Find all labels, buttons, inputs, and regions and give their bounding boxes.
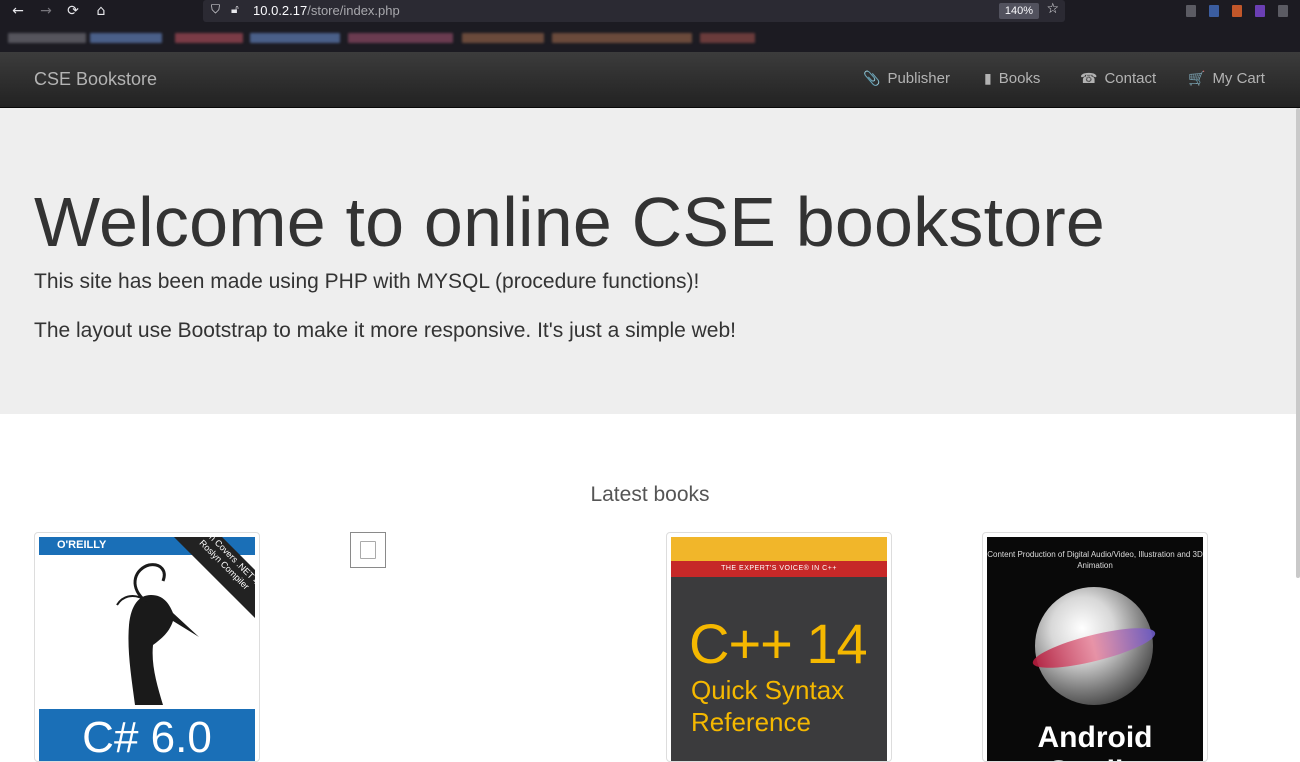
- lock-icon[interactable]: 🔓︎: [231, 2, 239, 17]
- cover-subtitle: Quick Syntax: [691, 675, 845, 705]
- series-label: THE EXPERT'S VOICE® IN C++: [721, 565, 837, 572]
- book-cover: THE EXPERT'S VOICE® IN C++ C++ 14 Quick …: [671, 537, 887, 761]
- extension-icon[interactable]: [1209, 5, 1219, 17]
- image-placeholder-icon: [360, 541, 376, 559]
- shield-icon[interactable]: ⛉: [211, 2, 220, 17]
- home-icon[interactable]: ⌂: [92, 3, 110, 19]
- bookmark-item[interactable]: [250, 33, 340, 43]
- zoom-badge[interactable]: 140%: [998, 3, 1039, 19]
- nav-publisher-label: Publisher: [887, 70, 950, 87]
- paperclip-icon: 📎: [863, 70, 881, 87]
- bookmark-item[interactable]: [175, 33, 243, 43]
- bookmarks-bar: [0, 24, 1300, 52]
- bookmark-item[interactable]: [348, 33, 453, 43]
- reload-icon[interactable]: ⟳: [64, 3, 82, 19]
- cover-title: C++ 14: [689, 612, 868, 675]
- nav-books-label: Books: [998, 70, 1041, 87]
- url-host: 10.0.2.17: [253, 3, 308, 18]
- extension-icon[interactable]: [1232, 5, 1242, 17]
- nav-books[interactable]: ▮ Books: [984, 70, 1040, 87]
- extension-icons: [1186, 5, 1288, 17]
- bird-illustration: [116, 563, 199, 705]
- browser-toolbar: ← → ⟳ ⌂ ⛉ 🔓︎ 10.0.2.17/store/index.php 1…: [0, 0, 1300, 24]
- page-title: Welcome to online CSE bookstore: [34, 183, 1105, 261]
- site-navbar: CSE Bookstore 📎 Publisher ▮ Books ☎ Cont…: [0, 52, 1300, 108]
- intro-line-1: This site has been made using PHP with M…: [34, 270, 700, 293]
- book-thumbnail[interactable]: THE EXPERT'S VOICE® IN C++ C++ 14 Quick …: [666, 532, 892, 762]
- url-text[interactable]: 10.0.2.17/store/index.php: [253, 3, 400, 18]
- back-icon[interactable]: ←: [9, 3, 27, 19]
- bookmark-item[interactable]: [8, 33, 86, 43]
- cover-title: C# 6.0: [39, 709, 255, 761]
- nav-my-cart[interactable]: 🛒 My Cart: [1188, 70, 1265, 87]
- book-thumbnail[interactable]: O'REILLY 6th Edition Covers .NET 4.6 & t…: [34, 532, 260, 762]
- intro-line-2: The layout use Bootstrap to make it more…: [34, 319, 736, 342]
- book-cover: O'REILLY 6th Edition Covers .NET 4.6 & t…: [39, 537, 255, 761]
- bookmark-item[interactable]: [552, 33, 692, 43]
- extension-icon[interactable]: [1255, 5, 1265, 17]
- broken-image-icon[interactable]: [350, 532, 386, 568]
- cart-icon: 🛒: [1188, 70, 1206, 87]
- jumbotron: Welcome to online CSE bookstore This sit…: [0, 108, 1300, 414]
- book-icon: ▮: [984, 70, 992, 87]
- extension-icon[interactable]: [1278, 5, 1288, 17]
- cover-subtitle: Reference: [691, 707, 811, 737]
- nav-contact[interactable]: ☎ Contact: [1080, 70, 1156, 87]
- nav-my-cart-label: My Cart: [1212, 70, 1265, 87]
- phone-icon: ☎: [1080, 70, 1098, 87]
- book-cover: Content Production of Digital Audio/Vide…: [987, 537, 1203, 761]
- bookmark-item[interactable]: [462, 33, 544, 43]
- extension-icon[interactable]: [1186, 5, 1196, 17]
- cover-stripe: [671, 537, 887, 561]
- forward-icon[interactable]: →: [37, 3, 55, 19]
- url-bar[interactable]: ⛉ 🔓︎ 10.0.2.17/store/index.php 140% ☆: [203, 0, 1065, 22]
- bookmark-item[interactable]: [90, 33, 162, 43]
- page-scrollbar[interactable]: [1296, 108, 1300, 578]
- book-thumbnail[interactable]: Content Production of Digital Audio/Vide…: [982, 532, 1208, 762]
- cover-tagline: Content Production of Digital Audio/Vide…: [987, 550, 1203, 570]
- nav-contact-label: Contact: [1104, 70, 1157, 87]
- bookmark-star-icon[interactable]: ☆: [1046, 1, 1059, 17]
- navbar-brand[interactable]: CSE Bookstore: [34, 69, 157, 90]
- latest-books-heading: Latest books: [590, 483, 710, 506]
- publisher-logo: O'REILLY: [57, 539, 107, 551]
- cover-title: Android Studio: [1037, 721, 1153, 761]
- bookmark-item[interactable]: [700, 33, 755, 43]
- url-path: /store/index.php: [307, 3, 400, 18]
- nav-publisher[interactable]: 📎 Publisher: [863, 70, 950, 87]
